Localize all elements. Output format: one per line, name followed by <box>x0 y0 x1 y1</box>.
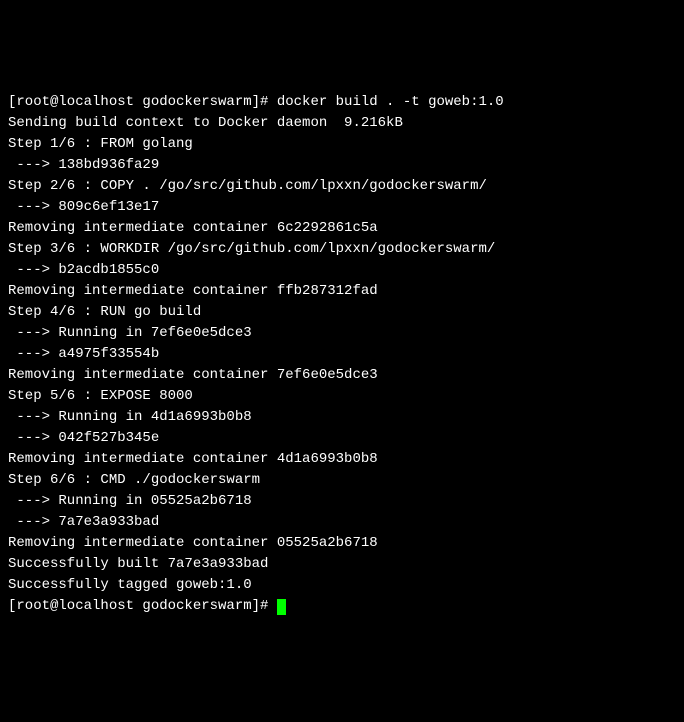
terminal-line: Step 4/6 : RUN go build <box>8 302 676 323</box>
terminal-line: ---> Running in 4d1a6993b0b8 <box>8 407 676 428</box>
terminal-line: Step 3/6 : WORKDIR /go/src/github.com/lp… <box>8 239 676 260</box>
terminal-line: ---> 809c6ef13e17 <box>8 197 676 218</box>
terminal-line: ---> 042f527b345e <box>8 428 676 449</box>
terminal-line: Step 2/6 : COPY . /go/src/github.com/lpx… <box>8 176 676 197</box>
terminal-line: ---> Running in 7ef6e0e5dce3 <box>8 323 676 344</box>
terminal-line: Removing intermediate container 05525a2b… <box>8 533 676 554</box>
terminal-prompt-line[interactable]: [root@localhost godockerswarm]# <box>8 596 676 617</box>
terminal-line: Successfully built 7a7e3a933bad <box>8 554 676 575</box>
terminal-line: ---> 7a7e3a933bad <box>8 512 676 533</box>
terminal-line: ---> 138bd936fa29 <box>8 155 676 176</box>
terminal-line: Step 1/6 : FROM golang <box>8 134 676 155</box>
terminal-line: ---> b2acdb1855c0 <box>8 260 676 281</box>
cursor-icon <box>277 599 286 615</box>
terminal-line: ---> Running in 05525a2b6718 <box>8 491 676 512</box>
terminal-output[interactable]: [root@localhost godockerswarm]# docker b… <box>8 92 676 617</box>
terminal-line: ---> a4975f33554b <box>8 344 676 365</box>
terminal-line: Removing intermediate container ffb28731… <box>8 281 676 302</box>
terminal-line: Successfully tagged goweb:1.0 <box>8 575 676 596</box>
terminal-line: Removing intermediate container 7ef6e0e5… <box>8 365 676 386</box>
terminal-line: Sending build context to Docker daemon 9… <box>8 113 676 134</box>
terminal-prompt: [root@localhost godockerswarm]# <box>8 596 277 617</box>
terminal-line: Removing intermediate container 4d1a6993… <box>8 449 676 470</box>
terminal-line: Removing intermediate container 6c229286… <box>8 218 676 239</box>
terminal-line: Step 5/6 : EXPOSE 8000 <box>8 386 676 407</box>
terminal-line: Step 6/6 : CMD ./godockerswarm <box>8 470 676 491</box>
terminal-line: [root@localhost godockerswarm]# docker b… <box>8 92 676 113</box>
